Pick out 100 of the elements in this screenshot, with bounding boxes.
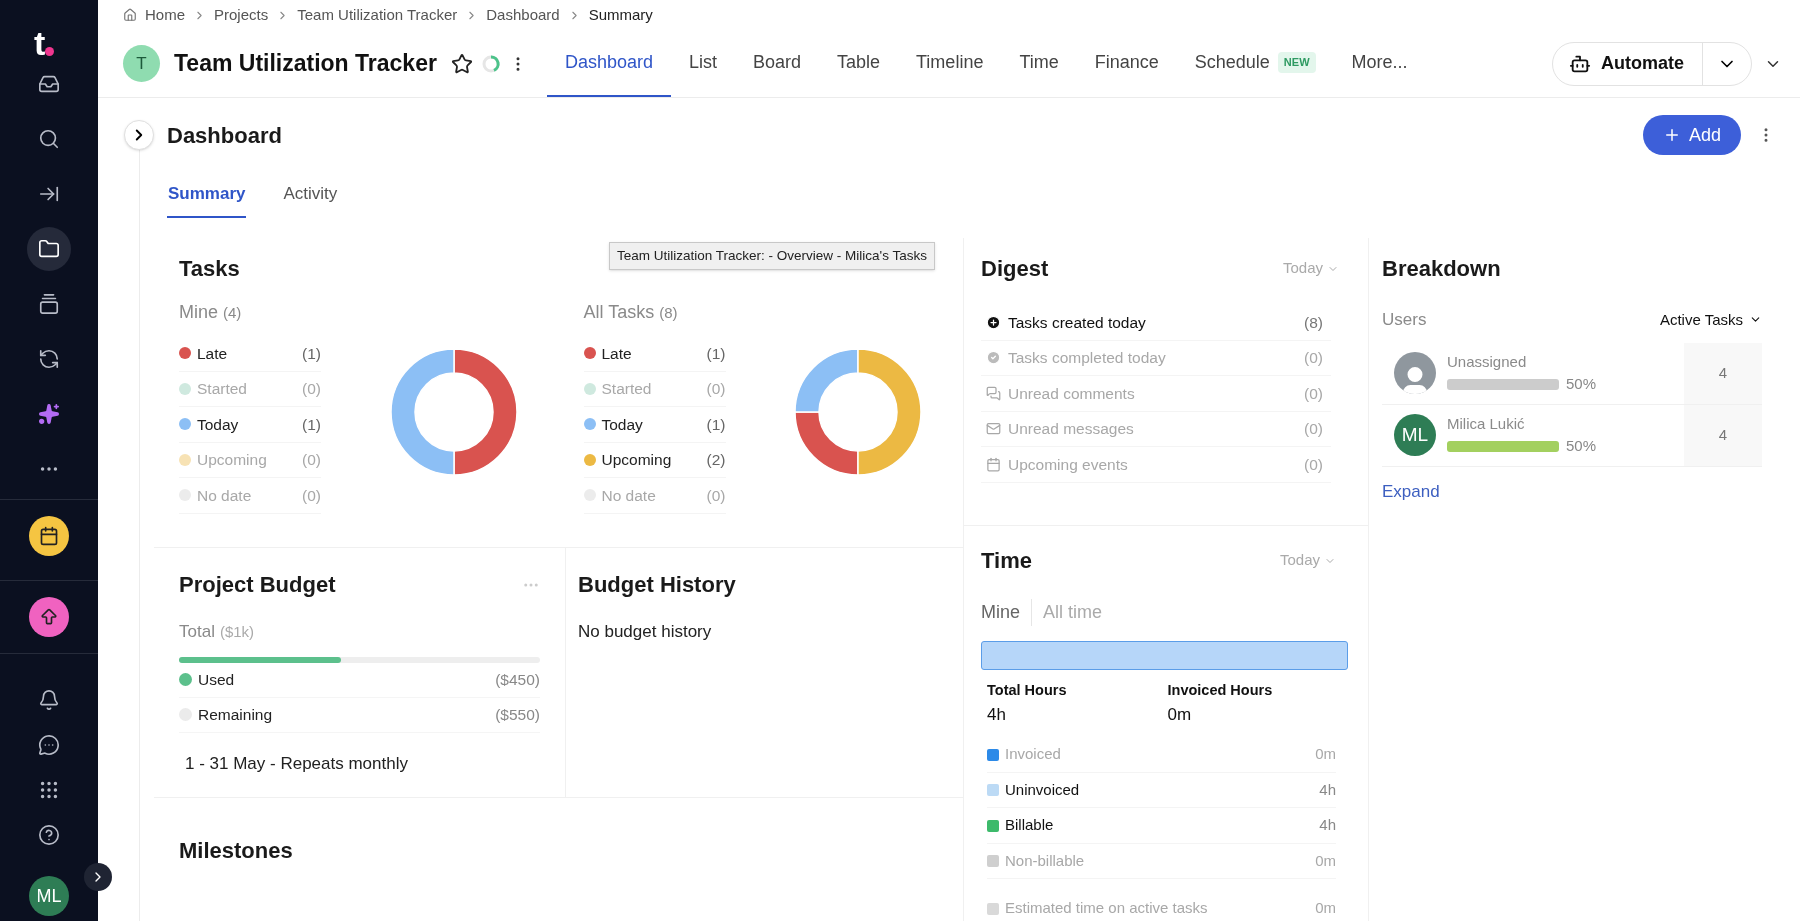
- legend-label[interactable]: Late: [197, 341, 228, 365]
- legend-value: 4h: [1319, 779, 1336, 800]
- breadcrumb-link[interactable]: Dashboard: [486, 3, 560, 27]
- legend-count: (2): [706, 450, 726, 471]
- home-icon: [123, 8, 137, 22]
- legend-label: Remaining: [198, 704, 273, 725]
- legend-count: (0): [706, 379, 726, 400]
- digest-label[interactable]: Tasks created today: [1008, 310, 1146, 334]
- user-avatar[interactable]: ML: [29, 876, 69, 916]
- group-label: All Tasks: [583, 301, 655, 324]
- calendar-button[interactable]: [29, 516, 69, 556]
- card-title: Digest: [981, 255, 1049, 283]
- legend-value: 0m: [1315, 898, 1336, 919]
- legend-count: (0): [706, 485, 726, 506]
- sub-tab[interactable]: Activity: [282, 172, 339, 218]
- nav-tab[interactable]: Board: [734, 30, 819, 97]
- share-percent: 50%: [1566, 374, 1597, 394]
- star-icon[interactable]: [450, 52, 473, 75]
- expand-link[interactable]: Expand: [1382, 478, 1440, 504]
- sub-tab[interactable]: Summary: [167, 172, 247, 218]
- legend-count: (1): [302, 414, 321, 435]
- group-label: Mine: [179, 301, 218, 324]
- legend-count: (1): [706, 414, 726, 435]
- upgrade-button[interactable]: [29, 597, 69, 637]
- nav-tab[interactable]: Table: [819, 30, 899, 97]
- scope-tab[interactable]: Mine: [981, 599, 1031, 626]
- nav-tab[interactable]: List: [670, 30, 735, 97]
- legend-label[interactable]: Upcoming: [601, 448, 672, 472]
- digest-count: (0): [1304, 454, 1323, 475]
- add-button[interactable]: Add: [1642, 115, 1741, 155]
- total-value: 4h: [987, 703, 1007, 726]
- digest-count: (8): [1304, 312, 1323, 333]
- user-avatar: ML: [1394, 414, 1436, 456]
- legend-label[interactable]: Today: [197, 412, 239, 436]
- nav-tab[interactable]: Time: [1001, 30, 1077, 97]
- legend-count: (1): [706, 343, 726, 364]
- card-title: Time: [981, 547, 1032, 575]
- legend-value: 0m: [1315, 850, 1336, 871]
- metric-dropdown[interactable]: Active Tasks: [1659, 308, 1762, 331]
- legend-label: Uninvoiced: [1005, 779, 1080, 800]
- empty-message: No budget history: [578, 622, 712, 641]
- user-name: Unassigned: [1447, 351, 1528, 372]
- legend-count: (1): [302, 343, 321, 364]
- card-title: Milestones: [179, 838, 293, 863]
- budget-period: 1 - 31 May - Repeats monthly: [185, 753, 408, 773]
- expand-sidebar-button[interactable]: [84, 863, 112, 891]
- progress-ring-icon: [480, 53, 501, 74]
- logo[interactable]: t: [34, 26, 64, 60]
- comments-icon: [986, 385, 1001, 401]
- card-title: Project Budget: [179, 571, 336, 599]
- group-count: (8): [659, 303, 678, 323]
- project-title: Team Utilization Tracker: [174, 49, 437, 79]
- legend-label: Billable: [1005, 815, 1054, 836]
- calendar-icon: [39, 526, 59, 546]
- user-silhouette-icon: [1394, 352, 1436, 394]
- breadcrumb-link[interactable]: Home: [145, 3, 185, 27]
- expand-panel-button[interactable]: [124, 120, 154, 150]
- card-title: Breakdown: [1382, 256, 1501, 281]
- nav-tab[interactable]: Timeline: [898, 30, 1002, 97]
- project-avatar: T: [123, 45, 160, 82]
- legend-amount: ($450): [495, 669, 540, 690]
- legend-count: (0): [302, 450, 321, 471]
- new-badge: NEW: [1277, 52, 1316, 73]
- share-percent: 50%: [1566, 436, 1597, 456]
- legend-label: Used: [198, 669, 235, 690]
- legend-label[interactable]: Late: [601, 341, 632, 365]
- total-value: 0m: [1167, 703, 1193, 726]
- envelope-icon: [986, 421, 1001, 437]
- legend-value: 4h: [1319, 815, 1336, 836]
- digest-count: (0): [1304, 383, 1323, 404]
- total-label: Invoiced Hours: [1167, 681, 1274, 700]
- arrow-up-icon: [39, 607, 59, 627]
- nav-tab[interactable]: Schedule NEW: [1176, 30, 1334, 97]
- nav-tab[interactable]: Finance: [1076, 30, 1177, 97]
- group-count: (4): [223, 303, 242, 323]
- task-count: 4: [1718, 362, 1728, 383]
- task-count: 4: [1718, 424, 1728, 445]
- total-label: Total Hours: [987, 681, 1068, 700]
- nav-tab[interactable]: Dashboard: [546, 30, 671, 97]
- legend-count: (0): [302, 379, 321, 400]
- legend-count: (0): [302, 485, 321, 506]
- plus-icon: [986, 314, 1001, 330]
- nav-tab[interactable]: More...: [1333, 30, 1426, 97]
- card-title: Tasks: [179, 256, 240, 281]
- folder-icon[interactable]: [27, 227, 71, 271]
- legend-label: Estimated time on active tasks: [1005, 898, 1208, 919]
- users-label: Users: [1382, 309, 1427, 331]
- tooltip: Team Utilization Tracker: - Overview - Milica's Tasks: [609, 242, 935, 271]
- digest-count: (0): [1304, 419, 1323, 440]
- calendar-icon: [986, 456, 1001, 472]
- total-amount: ($1k): [219, 622, 255, 642]
- total-label: Total: [179, 621, 215, 643]
- card-title: Budget History: [578, 572, 736, 597]
- breadcrumb-link[interactable]: Projects: [214, 3, 269, 27]
- legend-amount: ($550): [495, 704, 540, 725]
- legend-value: 0m: [1315, 744, 1336, 765]
- breadcrumb-link[interactable]: Team Utilization Tracker: [297, 3, 458, 27]
- legend-label: Non-billable: [1005, 850, 1085, 871]
- breadcrumb-link[interactable]: Summary: [588, 3, 653, 27]
- legend-label[interactable]: Today: [601, 412, 643, 436]
